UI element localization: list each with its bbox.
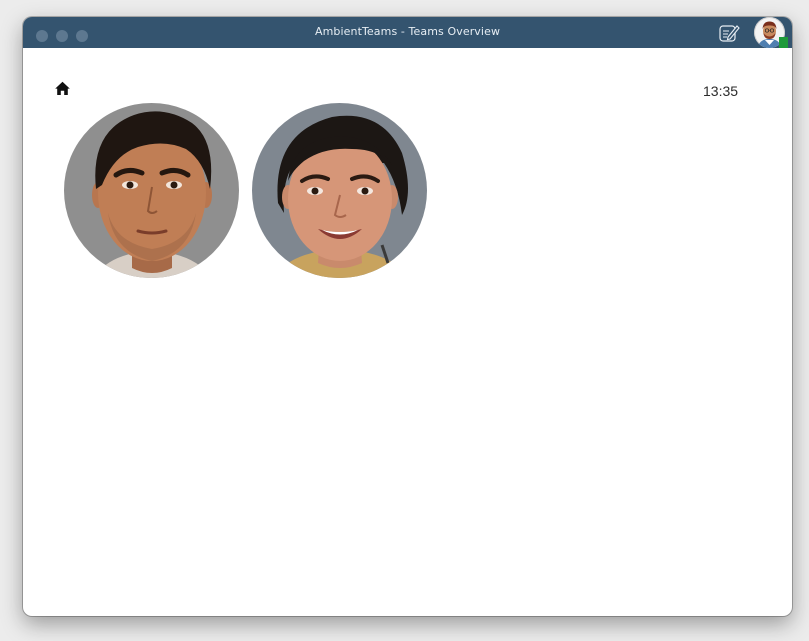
- window-title: AmbientTeams - Teams Overview: [314, 25, 501, 38]
- team-member-avatar[interactable]: [252, 103, 427, 278]
- clock-time: 13:35: [703, 83, 739, 99]
- app-window: AmbientTeams - Teams Overview 13:35: [23, 17, 792, 616]
- title-bar: AmbientTeams - Teams Overview: [23, 17, 792, 48]
- edit-icon: [719, 25, 740, 42]
- edit-button[interactable]: [718, 23, 740, 43]
- home-button[interactable]: [54, 80, 71, 97]
- team-member-avatar[interactable]: [64, 103, 239, 278]
- team-member-photo-woman: [252, 103, 427, 278]
- team-member-photo-man: [64, 103, 239, 278]
- home-icon: [55, 81, 70, 95]
- presence-status-indicator: [779, 37, 788, 48]
